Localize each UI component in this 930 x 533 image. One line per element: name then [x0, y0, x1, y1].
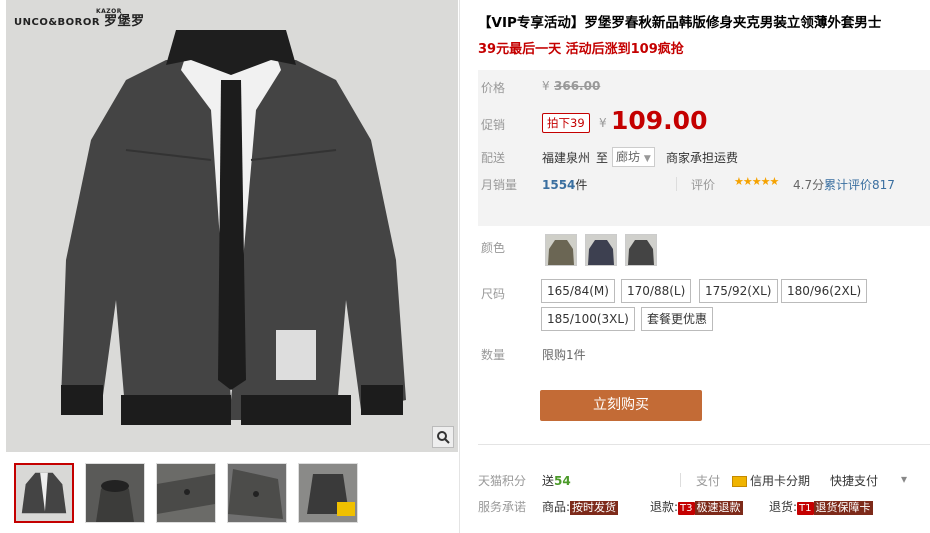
original-price: 366.00	[554, 79, 601, 93]
star-rating-icon: ★★★★★	[734, 175, 779, 188]
service-refund: 退款: T3 极速退款	[650, 498, 743, 515]
color-label: 颜色	[481, 241, 506, 255]
product-subtitle: 39元最后一天 活动后涨到109疯抢	[478, 42, 684, 57]
sales-label: 月销量	[481, 178, 518, 192]
service-return-label: 退货:	[769, 500, 798, 514]
credit-installment[interactable]: 信用卡分期	[732, 472, 810, 489]
divider	[478, 444, 930, 445]
divider	[459, 0, 460, 533]
service-goods: 商品: 按时发货	[542, 498, 619, 515]
payment-label: 支付	[696, 474, 721, 488]
review-link[interactable]: 累计评价817	[824, 176, 895, 193]
size-option-3xl[interactable]: 185/100(3XL)	[541, 307, 635, 331]
size-option-2xl[interactable]: 180/96(2XL)	[781, 279, 868, 303]
chevron-down-icon: ▼	[643, 154, 651, 164]
rating-label: 评价	[691, 178, 716, 192]
sales-unit: 件	[575, 178, 588, 192]
magnifier-icon[interactable]	[432, 426, 454, 448]
main-product-image[interactable]: UNCO&BOROR 罗堡罗 KAZOR	[6, 0, 458, 452]
thumbnail-3[interactable]	[156, 463, 216, 523]
service-goods-label: 商品:	[542, 500, 571, 514]
price-yen: ¥	[542, 79, 550, 93]
promo-tag: 拍下39	[542, 113, 590, 133]
brand-logo: UNCO&BOROR 罗堡罗 KAZOR	[14, 8, 145, 29]
size-option-xl[interactable]: 175/92(XL)	[699, 279, 778, 303]
points-value: 送54	[542, 472, 571, 489]
on-time-delivery-badge: 按时发货	[570, 501, 619, 515]
size-option-l[interactable]: 170/88(L)	[621, 279, 692, 303]
bundle-option[interactable]: 套餐更优惠	[641, 307, 714, 331]
promo-yen: ¥	[599, 116, 607, 130]
size-option-m[interactable]: 165/84(M)	[541, 279, 615, 303]
color-swatch-2[interactable]	[585, 234, 617, 266]
return-guarantee-badge: 退货保障卡	[813, 501, 873, 515]
separator	[676, 177, 677, 191]
brand-logo-text: UNCO&BOROR	[14, 17, 101, 28]
destination-value: 廊坊	[616, 150, 641, 164]
service-return: 退货: T1 退货保障卡	[769, 498, 873, 515]
jacket-image	[6, 0, 458, 452]
price-label: 价格	[481, 81, 506, 95]
quick-pay[interactable]: 快捷支付	[830, 472, 878, 489]
brand-logo-cn: 罗堡罗	[104, 14, 145, 29]
brand-logo-mark: KAZOR	[96, 8, 122, 15]
credit-card-icon	[732, 476, 747, 487]
buy-now-button[interactable]: 立刻购买	[540, 390, 702, 421]
destination-select[interactable]: 廊坊 ▼	[612, 147, 655, 167]
quantity-limit: 限购1件	[542, 348, 586, 362]
sales-count-wrap: 1554件	[542, 176, 587, 193]
shipping-label: 配送	[481, 151, 506, 165]
thumbnail-2[interactable]	[85, 463, 145, 523]
service-refund-label: 退款:	[650, 500, 679, 514]
shipping-to-word: 至	[596, 151, 609, 165]
sales-count: 1554	[542, 178, 576, 192]
promo-label: 促销	[481, 118, 506, 132]
shipping-from: 福建泉州	[542, 151, 591, 165]
size-label: 尺码	[481, 287, 506, 301]
color-swatch-1[interactable]	[545, 234, 577, 266]
thumbnail-1[interactable]	[14, 463, 74, 523]
chevron-down-icon[interactable]: ▾	[901, 472, 907, 486]
points-label: 天猫积分	[478, 474, 527, 488]
return-code-badge: T1	[797, 502, 814, 515]
quantity-label: 数量	[481, 348, 506, 362]
refund-code-badge: T3	[678, 502, 695, 515]
rating-score: 4.7分	[793, 178, 825, 192]
points-number: 54	[554, 474, 571, 488]
separator	[680, 473, 681, 487]
fast-refund-badge: 极速退款	[694, 501, 743, 515]
price-box: 价格 ¥ 366.00 促销 拍下39 ¥ 109.00 配送 福建泉州 至 廊…	[478, 70, 930, 226]
color-swatch-3[interactable]	[625, 234, 657, 266]
thumbnail-strip	[14, 463, 369, 523]
credit-installment-text: 信用卡分期	[750, 474, 811, 488]
product-gallery: UNCO&BOROR 罗堡罗 KAZOR	[0, 0, 460, 533]
thumbnail-4[interactable]	[227, 463, 287, 523]
product-title: 【VIP专享活动】罗堡罗春秋新品韩版修身夹克男装立领薄外套男士	[478, 15, 882, 31]
service-label: 服务承诺	[478, 500, 527, 514]
points-prefix: 送	[542, 474, 555, 488]
thumbnail-5[interactable]	[298, 463, 358, 523]
shipping-note: 商家承担运费	[666, 151, 739, 165]
promo-price: 109.00	[611, 106, 708, 135]
